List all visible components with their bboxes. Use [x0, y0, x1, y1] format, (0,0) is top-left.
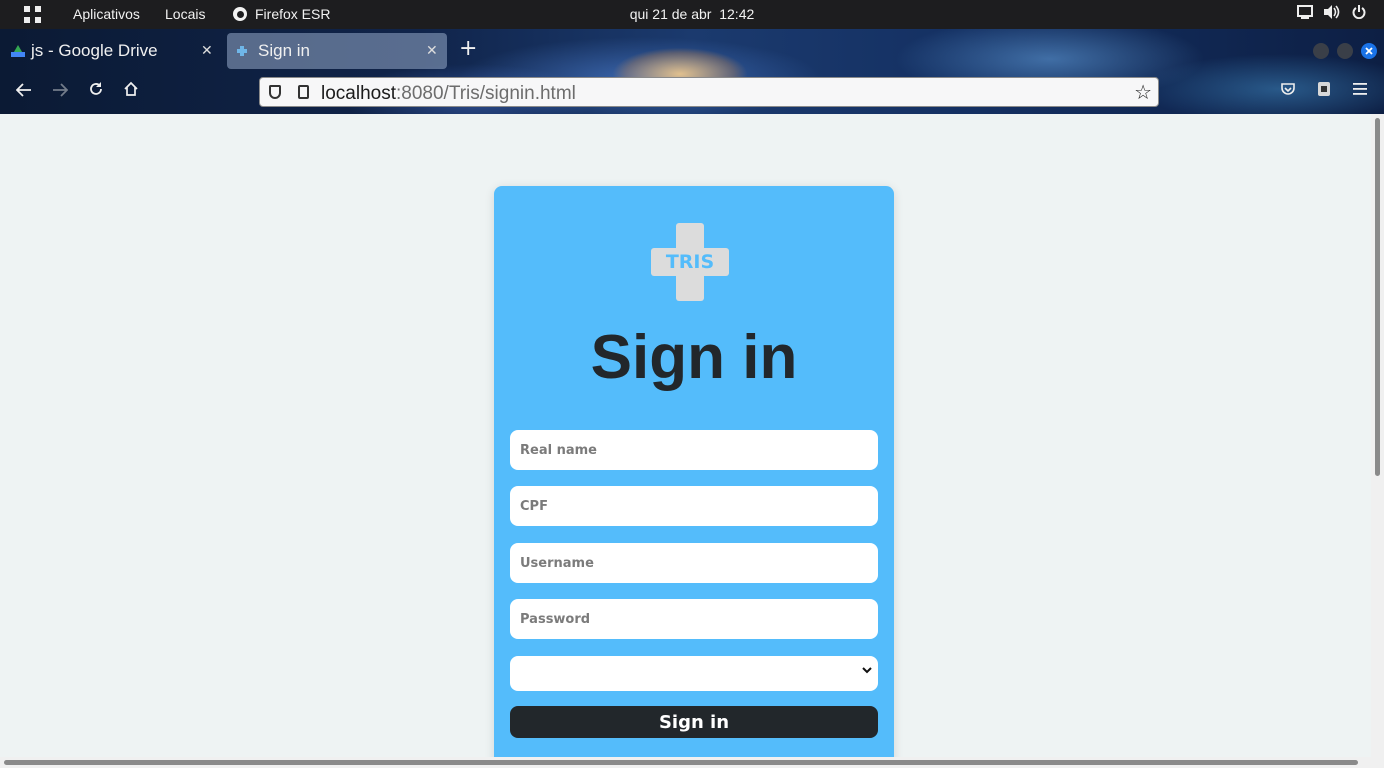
chevron-down-icon: [860, 664, 874, 678]
clock-text: qui 21 de abr 12:42: [629, 6, 755, 22]
url-text: localhost:8080/Tris/signin.html: [321, 83, 576, 105]
tab-label: Sign in: [258, 41, 310, 60]
browser-chrome: js - Google Drive ✕ Sign in ✕ + localhos…: [0, 29, 1384, 114]
maximize-window-button[interactable]: [1337, 43, 1353, 59]
url-host: localhost: [321, 83, 396, 104]
url-bar[interactable]: localhost:8080/Tris/signin.html ☆: [259, 77, 1159, 107]
minimize-window-button[interactable]: [1313, 43, 1329, 59]
signin-card: TRIS Sign in Sign in: [494, 186, 894, 757]
vertical-scrollbar-thumb[interactable]: [1375, 118, 1380, 476]
screen-icon[interactable]: [1296, 5, 1314, 23]
vertical-scrollbar[interactable]: [1371, 114, 1384, 757]
pocket-icon[interactable]: [1278, 81, 1298, 101]
new-tab-button[interactable]: +: [459, 37, 477, 61]
tab-google-drive[interactable]: js - Google Drive ✕: [0, 33, 224, 69]
tab-label: js - Google Drive: [31, 41, 158, 60]
url-path: :8080/Tris/signin.html: [396, 83, 576, 104]
hamburger-menu-icon[interactable]: [1350, 81, 1370, 101]
username-input[interactable]: [510, 543, 878, 583]
real-name-input[interactable]: [510, 430, 878, 470]
tris-plus-icon: [237, 46, 247, 56]
cpf-input[interactable]: [510, 486, 878, 526]
bookmark-star-icon[interactable]: ☆: [1134, 80, 1152, 104]
tab-sign-in[interactable]: Sign in ✕: [227, 33, 447, 69]
google-drive-icon: [11, 45, 25, 57]
power-icon[interactable]: [1350, 5, 1368, 23]
forward-button[interactable]: [48, 80, 72, 104]
back-button[interactable]: [12, 80, 36, 104]
page-viewport: TRIS Sign in Sign in: [0, 114, 1371, 757]
horizontal-scrollbar[interactable]: [0, 757, 1384, 768]
shield-icon[interactable]: [269, 85, 281, 99]
close-window-button[interactable]: [1361, 43, 1377, 59]
page-title: Sign in: [590, 323, 798, 392]
tris-logo: TRIS: [651, 223, 729, 301]
volume-icon[interactable]: [1323, 5, 1341, 23]
home-button[interactable]: [119, 80, 143, 104]
reload-button[interactable]: [84, 80, 108, 104]
clock[interactable]: qui 21 de abr 12:42: [0, 6, 1384, 22]
logo-text: TRIS: [665, 251, 715, 273]
close-tab-icon[interactable]: ✕: [426, 42, 438, 59]
sign-in-button[interactable]: Sign in: [510, 706, 878, 738]
role-select[interactable]: [510, 656, 878, 691]
close-tab-icon[interactable]: ✕: [201, 42, 213, 59]
horizontal-scrollbar-thumb[interactable]: [4, 760, 1358, 765]
extension-icon[interactable]: [1314, 81, 1334, 101]
password-input[interactable]: [510, 599, 878, 639]
page-icon[interactable]: [298, 85, 309, 99]
system-top-bar: Aplicativos Locais Firefox ESR qui 21 de…: [0, 0, 1384, 29]
